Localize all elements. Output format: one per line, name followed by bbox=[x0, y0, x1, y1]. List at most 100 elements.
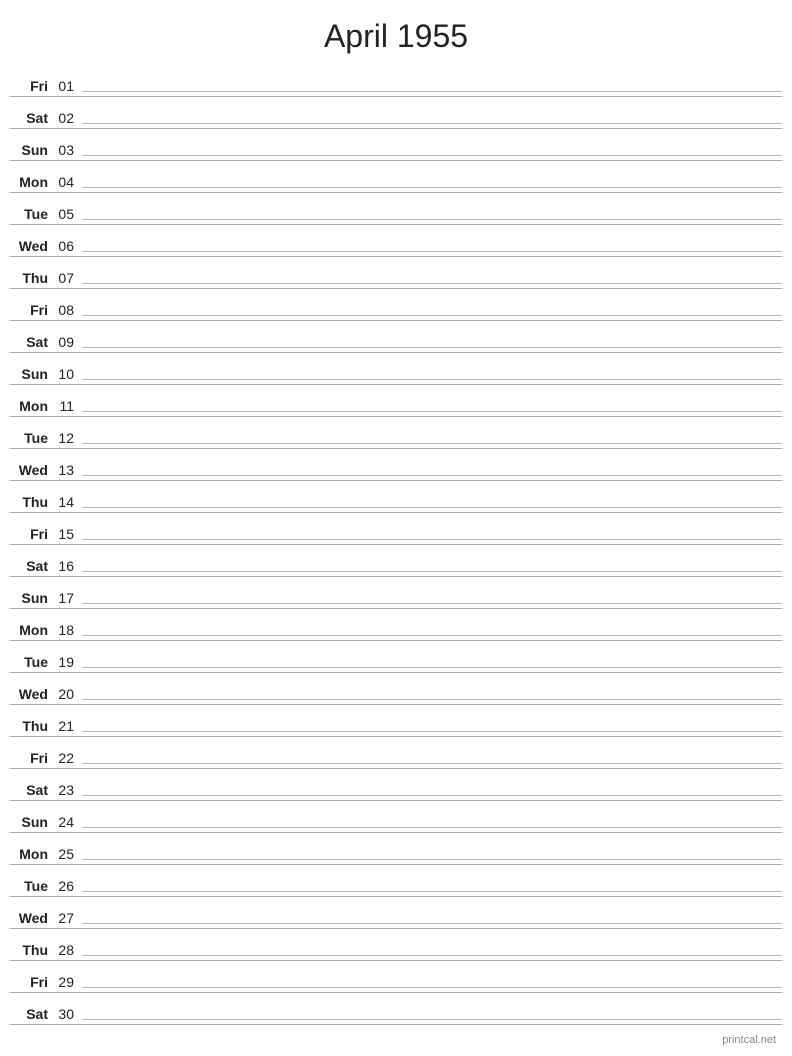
day-name: Tue bbox=[10, 878, 52, 894]
day-number: 28 bbox=[52, 942, 82, 958]
day-number: 09 bbox=[52, 334, 82, 350]
day-number: 11 bbox=[52, 398, 82, 414]
day-row: Wed06 bbox=[10, 225, 782, 257]
day-number: 20 bbox=[52, 686, 82, 702]
day-row: Sat30 bbox=[10, 993, 782, 1025]
day-row: Tue12 bbox=[10, 417, 782, 449]
day-row: Fri29 bbox=[10, 961, 782, 993]
day-name: Thu bbox=[10, 270, 52, 286]
day-line bbox=[82, 955, 782, 956]
calendar-container: Fri01Sat02Sun03Mon04Tue05Wed06Thu07Fri08… bbox=[0, 65, 792, 1025]
day-number: 04 bbox=[52, 174, 82, 190]
day-row: Tue26 bbox=[10, 865, 782, 897]
day-name: Sat bbox=[10, 558, 52, 574]
day-name: Sun bbox=[10, 814, 52, 830]
day-number: 05 bbox=[52, 206, 82, 222]
day-number: 12 bbox=[52, 430, 82, 446]
day-number: 01 bbox=[52, 78, 82, 94]
day-line bbox=[82, 731, 782, 732]
day-line bbox=[82, 763, 782, 764]
day-line bbox=[82, 667, 782, 668]
day-row: Wed13 bbox=[10, 449, 782, 481]
day-line bbox=[82, 155, 782, 156]
day-row: Tue05 bbox=[10, 193, 782, 225]
day-name: Fri bbox=[10, 302, 52, 318]
day-number: 16 bbox=[52, 558, 82, 574]
day-name: Mon bbox=[10, 398, 52, 414]
day-line bbox=[82, 1019, 782, 1020]
day-row: Fri08 bbox=[10, 289, 782, 321]
day-row: Sun03 bbox=[10, 129, 782, 161]
day-name: Mon bbox=[10, 174, 52, 190]
day-row: Sat09 bbox=[10, 321, 782, 353]
day-row: Sat02 bbox=[10, 97, 782, 129]
day-row: Mon25 bbox=[10, 833, 782, 865]
day-line bbox=[82, 571, 782, 572]
day-line bbox=[82, 891, 782, 892]
day-number: 17 bbox=[52, 590, 82, 606]
day-name: Mon bbox=[10, 622, 52, 638]
day-row: Fri22 bbox=[10, 737, 782, 769]
day-line bbox=[82, 443, 782, 444]
day-number: 30 bbox=[52, 1006, 82, 1022]
day-number: 08 bbox=[52, 302, 82, 318]
day-line bbox=[82, 123, 782, 124]
day-number: 06 bbox=[52, 238, 82, 254]
day-number: 18 bbox=[52, 622, 82, 638]
day-name: Sat bbox=[10, 1006, 52, 1022]
day-name: Sat bbox=[10, 782, 52, 798]
day-name: Sun bbox=[10, 590, 52, 606]
day-row: Mon18 bbox=[10, 609, 782, 641]
day-line bbox=[82, 507, 782, 508]
day-number: 25 bbox=[52, 846, 82, 862]
day-row: Sat16 bbox=[10, 545, 782, 577]
day-line bbox=[82, 635, 782, 636]
day-name: Thu bbox=[10, 942, 52, 958]
day-number: 03 bbox=[52, 142, 82, 158]
day-line bbox=[82, 219, 782, 220]
day-line bbox=[82, 251, 782, 252]
day-name: Sun bbox=[10, 366, 52, 382]
day-number: 26 bbox=[52, 878, 82, 894]
day-name: Wed bbox=[10, 462, 52, 478]
day-line bbox=[82, 379, 782, 380]
day-line bbox=[82, 283, 782, 284]
day-line bbox=[82, 91, 782, 92]
day-line bbox=[82, 859, 782, 860]
day-line bbox=[82, 315, 782, 316]
day-row: Wed27 bbox=[10, 897, 782, 929]
day-line bbox=[82, 699, 782, 700]
footer-label: printcal.net bbox=[722, 1034, 776, 1046]
day-number: 24 bbox=[52, 814, 82, 830]
day-name: Tue bbox=[10, 654, 52, 670]
day-name: Thu bbox=[10, 494, 52, 510]
day-name: Fri bbox=[10, 78, 52, 94]
day-number: 19 bbox=[52, 654, 82, 670]
day-line bbox=[82, 475, 782, 476]
day-row: Fri15 bbox=[10, 513, 782, 545]
day-name: Wed bbox=[10, 910, 52, 926]
day-name: Wed bbox=[10, 238, 52, 254]
day-row: Sun10 bbox=[10, 353, 782, 385]
day-row: Thu21 bbox=[10, 705, 782, 737]
day-name: Thu bbox=[10, 718, 52, 734]
day-line bbox=[82, 987, 782, 988]
page-title: April 1955 bbox=[0, 0, 792, 65]
day-number: 10 bbox=[52, 366, 82, 382]
day-name: Sat bbox=[10, 334, 52, 350]
day-name: Fri bbox=[10, 750, 52, 766]
day-row: Sun24 bbox=[10, 801, 782, 833]
day-line bbox=[82, 347, 782, 348]
day-number: 07 bbox=[52, 270, 82, 286]
day-row: Mon04 bbox=[10, 161, 782, 193]
day-number: 02 bbox=[52, 110, 82, 126]
day-number: 21 bbox=[52, 718, 82, 734]
day-line bbox=[82, 411, 782, 412]
day-number: 23 bbox=[52, 782, 82, 798]
day-row: Wed20 bbox=[10, 673, 782, 705]
day-row: Tue19 bbox=[10, 641, 782, 673]
day-name: Mon bbox=[10, 846, 52, 862]
day-number: 14 bbox=[52, 494, 82, 510]
day-line bbox=[82, 187, 782, 188]
day-name: Fri bbox=[10, 526, 52, 542]
